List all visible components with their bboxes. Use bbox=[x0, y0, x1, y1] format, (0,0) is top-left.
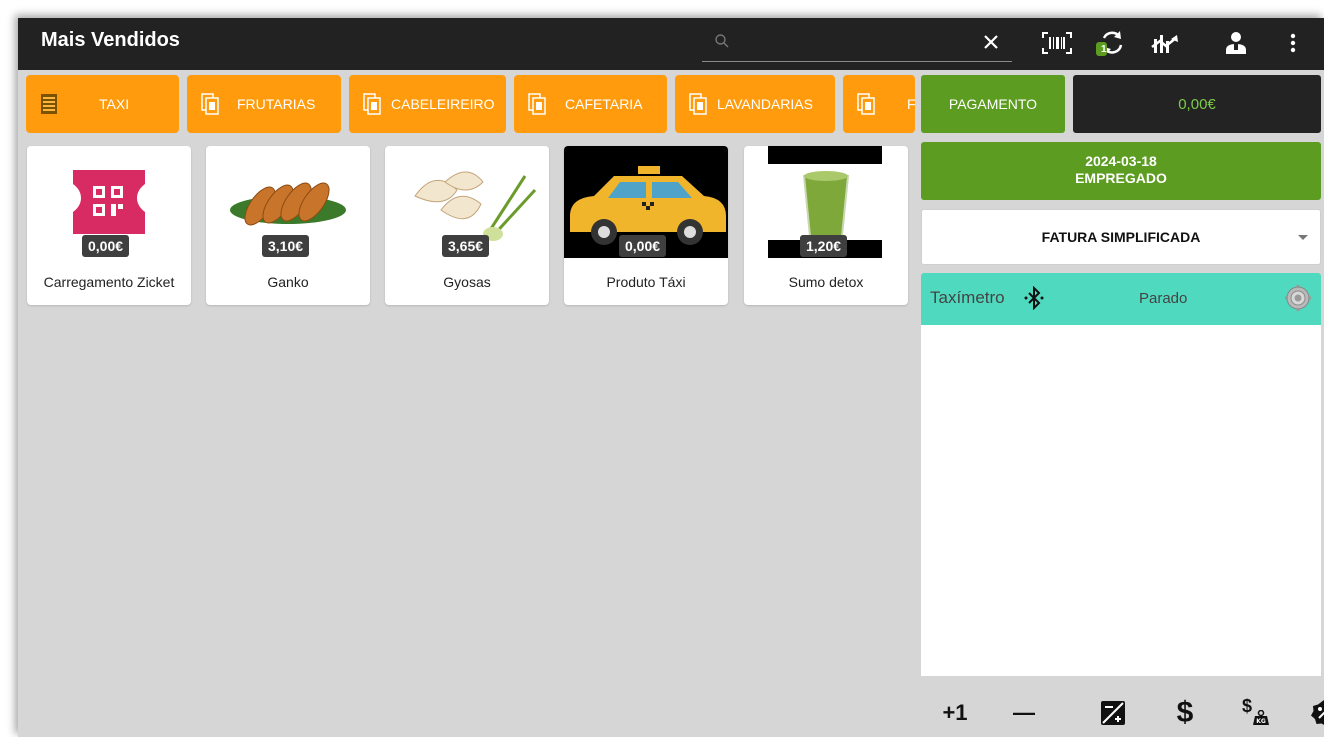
folder-icon bbox=[363, 93, 381, 115]
document-type-value: FATURA SIMPLIFICADA bbox=[1041, 229, 1201, 245]
list-icon bbox=[41, 94, 57, 114]
taximeter-bar: Taxímetro Parado bbox=[921, 273, 1321, 325]
close-icon[interactable] bbox=[978, 29, 1004, 55]
edit-icon bbox=[1101, 701, 1125, 725]
category-label: CAFETARIA bbox=[565, 96, 643, 112]
sync-badge: 1 bbox=[1101, 44, 1107, 55]
document-type-select[interactable]: FATURA SIMPLIFICADA bbox=[921, 209, 1321, 265]
taximeter-label: Taxímetro bbox=[930, 288, 1005, 307]
order-tools-bar: +1 — $ $ KG bbox=[921, 688, 1324, 737]
folder-icon bbox=[528, 93, 546, 115]
search-field[interactable] bbox=[702, 24, 1012, 62]
product-name: Ganko bbox=[267, 274, 309, 290]
top-bar: Mais Vendidos 1 bbox=[18, 18, 1324, 70]
product-card[interactable]: 1,20€ Sumo detox bbox=[744, 146, 908, 305]
weight-icon: KG bbox=[1253, 710, 1269, 725]
product-name: Produto Táxi bbox=[606, 274, 686, 290]
date-employee-button[interactable]: 2024-03-18 EMPREGADO bbox=[921, 142, 1321, 200]
product-name: Gyosas bbox=[443, 274, 491, 290]
sync-icon[interactable]: 1 bbox=[1093, 26, 1127, 60]
more-icon[interactable] bbox=[1276, 26, 1310, 60]
product-price: 1,20€ bbox=[800, 235, 848, 257]
dollar-kg-label: $ bbox=[1242, 696, 1253, 716]
product-card[interactable]: 0,00€ Carregamento Zicket bbox=[27, 146, 191, 305]
price-button[interactable]: $ bbox=[1165, 694, 1205, 732]
user-icon[interactable] bbox=[1219, 26, 1253, 60]
product-name: Carregamento Zicket bbox=[43, 274, 175, 290]
order-lines-list[interactable] bbox=[921, 325, 1321, 676]
search-icon bbox=[715, 34, 729, 48]
category-partial[interactable]: F bbox=[843, 75, 915, 133]
folder-icon bbox=[857, 93, 875, 115]
category-label: CABELEIREIRO bbox=[391, 96, 495, 112]
app-window: Mais Vendidos 1 TAXI FRUTARIAS CABELEIRE… bbox=[18, 18, 1324, 737]
gear-icon[interactable] bbox=[1284, 284, 1312, 312]
plus-one-button[interactable]: +1 bbox=[935, 694, 975, 732]
category-taxi[interactable]: TAXI bbox=[26, 75, 179, 133]
category-frutarias[interactable]: FRUTARIAS bbox=[187, 75, 341, 133]
product-name: Sumo detox bbox=[788, 274, 864, 290]
category-cabeleireiro[interactable]: CABELEIREIRO bbox=[349, 75, 506, 133]
barcode-icon[interactable] bbox=[1040, 26, 1074, 60]
edit-quantity-button[interactable] bbox=[1093, 694, 1133, 732]
category-label: FRUTARIAS bbox=[237, 96, 316, 112]
chevron-down-icon bbox=[1298, 235, 1308, 240]
svg-text:KG: KG bbox=[1256, 718, 1266, 725]
price-per-kg-button[interactable]: $ KG bbox=[1234, 694, 1274, 732]
folder-icon bbox=[689, 93, 707, 115]
category-label: F bbox=[907, 96, 915, 112]
product-card[interactable]: 3,65€ Gyosas bbox=[385, 146, 549, 305]
discount-button[interactable] bbox=[1304, 694, 1324, 732]
folder-icon bbox=[201, 93, 219, 115]
taximeter-status: Parado bbox=[1139, 290, 1188, 307]
order-date: 2024-03-18 bbox=[1085, 153, 1157, 169]
minus-button[interactable]: — bbox=[1004, 694, 1044, 732]
stats-icon[interactable] bbox=[1148, 26, 1182, 60]
product-price: 3,65€ bbox=[442, 235, 490, 257]
product-card[interactable]: 0,00€ Produto Táxi bbox=[564, 146, 728, 305]
employee-label: EMPREGADO bbox=[1075, 170, 1167, 186]
discount-badge-icon bbox=[1311, 700, 1324, 725]
product-card[interactable]: 3,10€ Ganko bbox=[206, 146, 370, 305]
page-title: Mais Vendidos bbox=[41, 29, 180, 51]
search-input[interactable] bbox=[738, 30, 968, 56]
payment-button[interactable]: PAGAMENTO bbox=[921, 75, 1065, 133]
category-cafetaria[interactable]: CAFETARIA bbox=[514, 75, 667, 133]
category-label: TAXI bbox=[99, 96, 130, 112]
product-price: 0,00€ bbox=[619, 235, 667, 257]
product-price: 3,10€ bbox=[262, 235, 310, 257]
order-total: 0,00€ bbox=[1073, 75, 1321, 133]
category-lavandarias[interactable]: LAVANDARIAS bbox=[675, 75, 835, 133]
product-price: 0,00€ bbox=[82, 235, 130, 257]
category-label: LAVANDARIAS bbox=[717, 96, 813, 112]
bluetooth-icon[interactable] bbox=[1024, 286, 1044, 310]
